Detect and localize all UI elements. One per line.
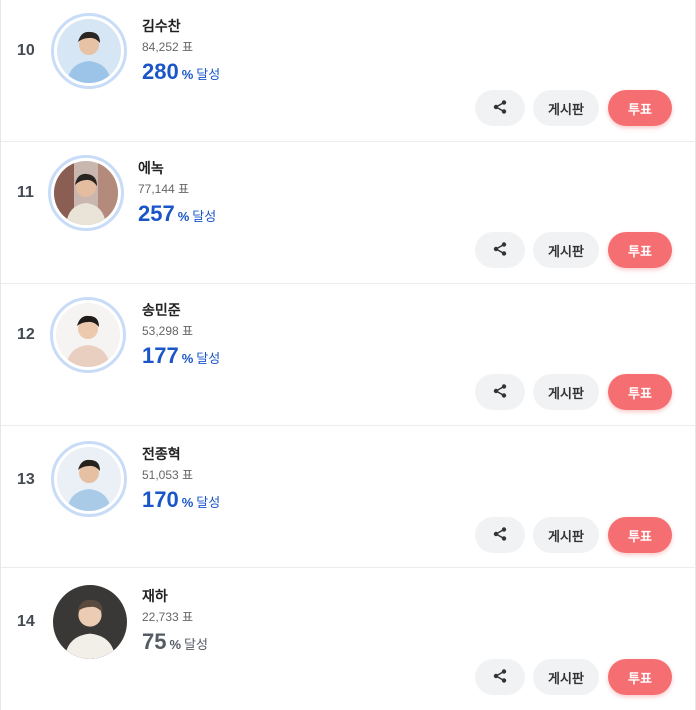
rank-number: 10	[17, 42, 35, 59]
rank-number: 14	[17, 613, 35, 630]
achievement-percent: 257	[138, 201, 175, 226]
vote-count: 51,053 표	[142, 466, 193, 483]
artist-name[interactable]: 송민준	[142, 300, 181, 320]
vote-button[interactable]: 투표	[608, 90, 672, 126]
avatar[interactable]	[50, 297, 126, 373]
share-button[interactable]	[475, 659, 525, 695]
share-icon	[492, 668, 508, 687]
achievement-percent: 75	[142, 629, 167, 654]
percent-sign: %	[169, 637, 182, 652]
vote-count: 77,144 표	[138, 180, 189, 197]
percent-sign: %	[181, 67, 194, 82]
vote-count-value: 51,053	[142, 468, 179, 482]
percent-sign: %	[181, 495, 194, 510]
percent-sign: %	[177, 209, 190, 224]
share-button[interactable]	[475, 374, 525, 410]
rank-number: 11	[17, 184, 34, 201]
artist-name[interactable]: 김수찬	[142, 16, 181, 36]
share-icon	[492, 99, 508, 118]
ranking-row: 12 송민준 53,298 표 177 % 달성 게시판 투표	[1, 284, 696, 426]
vote-count: 84,252 표	[142, 38, 193, 55]
vote-unit: 표	[182, 40, 194, 54]
board-button[interactable]: 게시판	[533, 659, 599, 695]
ranking-row: 11 에녹 77,144 표 257 % 달성 게시판 투표	[1, 142, 696, 284]
ranking-list: 10 김수찬 84,252 표 280 % 달성 게시판 투표 11 에녹 77…	[0, 0, 696, 710]
achievement-label: 달성	[184, 637, 208, 652]
share-icon	[492, 241, 508, 260]
achievement-percent: 170	[142, 487, 179, 512]
achievement-percent: 177	[142, 343, 179, 368]
vote-count: 22,733 표	[142, 608, 193, 625]
artist-name[interactable]: 재하	[142, 586, 168, 606]
vote-button[interactable]: 투표	[608, 374, 672, 410]
ranking-row: 10 김수찬 84,252 표 280 % 달성 게시판 투표	[1, 0, 696, 142]
achievement-label: 달성	[196, 351, 221, 366]
share-button[interactable]	[475, 90, 525, 126]
profile-photo	[57, 19, 121, 83]
ranking-row: 13 전종혁 51,053 표 170 % 달성 게시판 투표	[1, 426, 696, 568]
vote-button[interactable]: 투표	[608, 517, 672, 553]
achievement-label: 달성	[192, 209, 217, 224]
board-button[interactable]: 게시판	[533, 90, 599, 126]
achievement-rate: 257 % 달성	[138, 201, 216, 227]
vote-count-value: 77,144	[138, 182, 175, 196]
percent-sign: %	[181, 351, 194, 366]
share-button[interactable]	[475, 517, 525, 553]
share-icon	[492, 526, 508, 545]
vote-button[interactable]: 투표	[608, 659, 672, 695]
board-button[interactable]: 게시판	[533, 232, 599, 268]
profile-photo	[56, 303, 120, 367]
share-button[interactable]	[475, 232, 525, 268]
profile-photo	[53, 585, 127, 659]
profile-photo	[57, 447, 121, 511]
vote-unit: 표	[178, 182, 190, 196]
avatar[interactable]	[48, 155, 124, 231]
achievement-percent: 280	[142, 59, 179, 84]
share-icon	[492, 383, 508, 402]
vote-count-value: 53,298	[142, 324, 179, 338]
artist-name[interactable]: 에녹	[138, 158, 164, 178]
avatar[interactable]	[52, 584, 128, 660]
vote-unit: 표	[182, 610, 194, 624]
achievement-rate: 280 % 달성	[142, 59, 220, 85]
ranking-row: 14 재하 22,733 표 75 % 달성 게시판 투표	[1, 568, 696, 710]
vote-count: 53,298 표	[142, 322, 193, 339]
profile-photo	[54, 161, 118, 225]
board-button[interactable]: 게시판	[533, 374, 599, 410]
achievement-label: 달성	[196, 67, 221, 82]
artist-name[interactable]: 전종혁	[142, 444, 181, 464]
avatar[interactable]	[51, 13, 127, 89]
vote-count-value: 22,733	[142, 610, 179, 624]
achievement-rate: 75 % 달성	[142, 629, 208, 655]
achievement-rate: 170 % 달성	[142, 487, 220, 513]
board-button[interactable]: 게시판	[533, 517, 599, 553]
vote-unit: 표	[182, 468, 194, 482]
achievement-rate: 177 % 달성	[142, 343, 220, 369]
avatar[interactable]	[51, 441, 127, 517]
vote-count-value: 84,252	[142, 40, 179, 54]
vote-unit: 표	[182, 324, 194, 338]
vote-button[interactable]: 투표	[608, 232, 672, 268]
rank-number: 13	[17, 471, 35, 488]
rank-number: 12	[17, 326, 35, 343]
achievement-label: 달성	[196, 495, 221, 510]
